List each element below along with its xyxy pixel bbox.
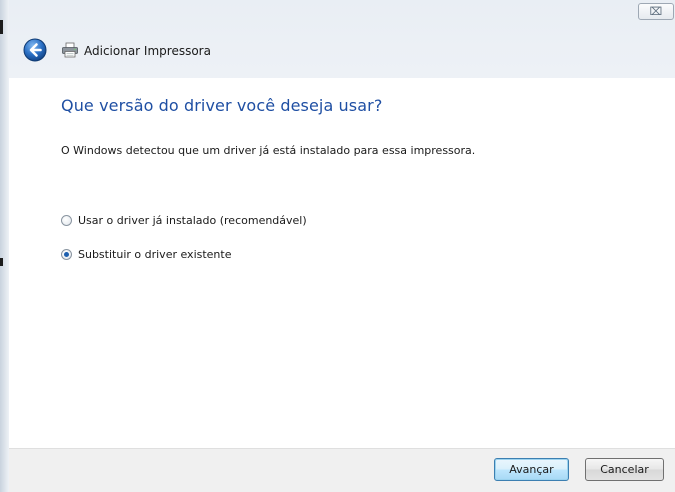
option-label: Usar o driver já instalado (recomendável… [78, 213, 307, 227]
option-use-installed-driver[interactable]: Usar o driver já instalado (recomendável… [61, 212, 307, 228]
close-icon: ⌧ [649, 5, 663, 18]
radio-replace-driver[interactable] [61, 248, 72, 260]
window-title: Adicionar Impressora [84, 44, 211, 58]
button-bar: Avançar Cancelar [9, 448, 675, 492]
close-button[interactable]: ⌧ [638, 3, 674, 20]
wizard-window: ⌧ Adicionar Impressora Que versão do dri… [0, 0, 675, 492]
window-edge-mark [0, 258, 3, 266]
back-arrow-icon[interactable] [23, 38, 47, 62]
window-edge-mark [0, 20, 3, 34]
title-bar: ⌧ Adicionar Impressora [9, 0, 675, 78]
page-title: Que versão do driver você deseja usar? [61, 96, 383, 115]
option-replace-driver[interactable]: Substituir o driver existente [61, 246, 231, 262]
next-button[interactable]: Avançar [494, 458, 569, 481]
printer-icon [62, 42, 78, 58]
page-description: O Windows detectou que um driver já está… [61, 144, 476, 157]
option-label: Substituir o driver existente [78, 247, 232, 261]
wizard-content: Que versão do driver você deseja usar? O… [9, 78, 675, 448]
window-left-border [0, 0, 9, 492]
radio-use-installed-driver[interactable] [61, 214, 72, 226]
cancel-button[interactable]: Cancelar [585, 458, 664, 481]
